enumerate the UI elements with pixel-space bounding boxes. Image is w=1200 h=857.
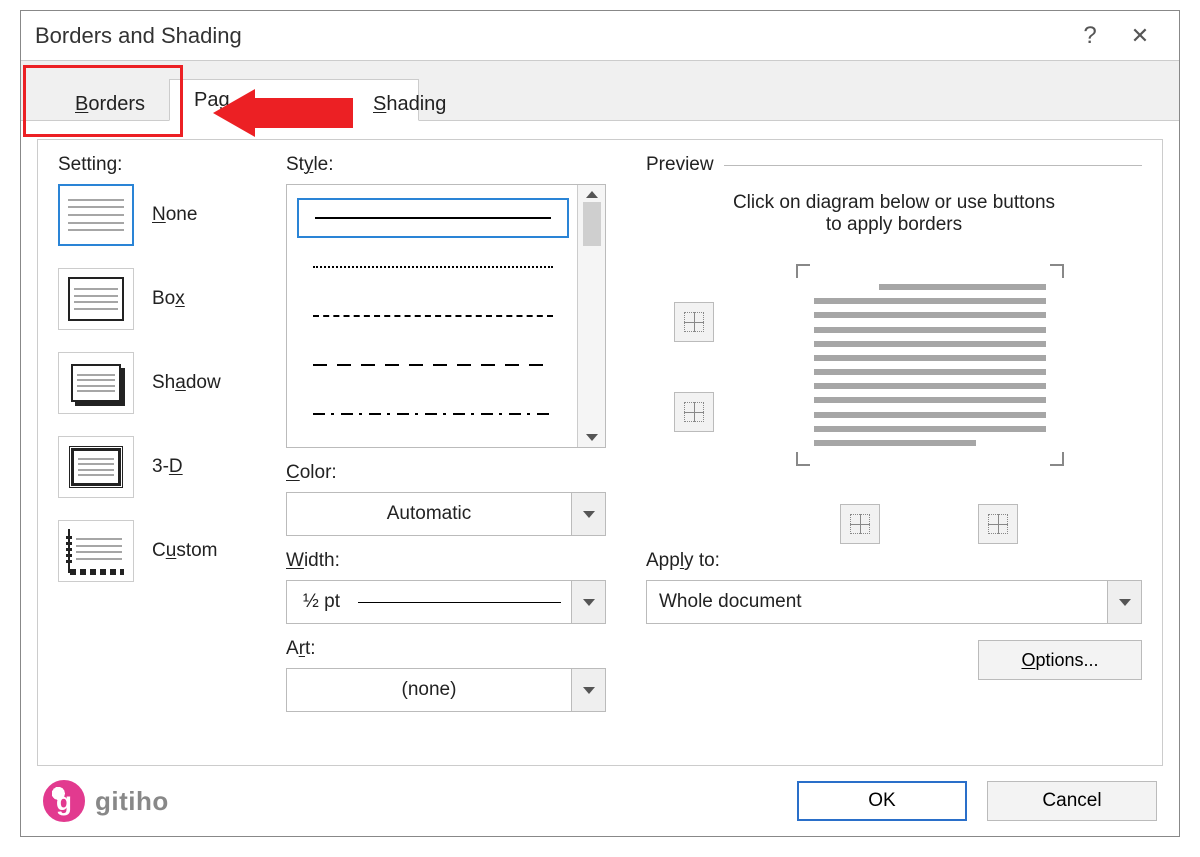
style-option-dotted[interactable] — [297, 247, 569, 287]
border-bottom-button[interactable] — [674, 392, 714, 432]
grid-icon — [684, 402, 704, 422]
color-value: Automatic — [287, 503, 571, 525]
setting-box-swatch — [58, 268, 134, 330]
cancel-button[interactable]: Cancel — [987, 781, 1157, 821]
chevron-down-icon — [583, 687, 595, 694]
apply-to-dropdown[interactable]: Whole document — [646, 580, 1142, 624]
apply-to-dropdown-button[interactable] — [1107, 581, 1141, 623]
art-dropdown[interactable]: (none) — [286, 668, 606, 712]
tab-borders[interactable]: Borders — [49, 83, 171, 125]
preview-hint-line1: Click on diagram below or use buttons — [646, 192, 1142, 214]
border-top-button[interactable] — [674, 302, 714, 342]
preview-hint-line2: to apply borders — [646, 214, 1142, 236]
setting-shadow-swatch — [58, 352, 134, 414]
setting-none[interactable]: None — [58, 184, 286, 246]
chevron-down-icon — [1119, 599, 1131, 606]
apply-to-value: Whole document — [647, 591, 1107, 613]
grid-icon — [850, 514, 870, 534]
preview-column: Preview Click on diagram below or use bu… — [630, 154, 1142, 745]
scroll-up-icon — [586, 191, 598, 198]
options-button[interactable]: Options... — [978, 640, 1142, 680]
chevron-down-icon — [583, 511, 595, 518]
apply-to-label: Apply to: — [646, 550, 1142, 572]
setting-custom-label: Custom — [152, 540, 218, 562]
preview-body — [646, 256, 1142, 546]
scroll-thumb[interactable] — [583, 202, 601, 246]
style-scrollbar[interactable] — [577, 185, 605, 447]
footer-buttons: OK Cancel — [797, 781, 1157, 821]
preview-divider — [724, 165, 1142, 166]
style-column: Style: Color: Au — [286, 154, 630, 745]
tab-strip: Borders Pag Shading — [21, 61, 1179, 121]
style-options — [297, 193, 569, 439]
corner-tl-icon — [796, 264, 810, 278]
tab-label: Shading — [373, 93, 446, 116]
style-option-dashed-long[interactable] — [297, 345, 569, 385]
tab-label: Borders — [75, 93, 145, 116]
setting-custom-swatch — [58, 520, 134, 582]
setting-label: Setting: — [58, 154, 286, 176]
width-sample-line — [358, 602, 561, 603]
style-label: Style: — [286, 154, 606, 176]
art-group: Art: (none) — [286, 638, 606, 712]
corner-bl-icon — [796, 452, 810, 466]
annotation-arrow — [213, 89, 353, 137]
width-label: Width: — [286, 550, 606, 572]
preview-lines — [814, 284, 1046, 446]
setting-3d-swatch — [58, 436, 134, 498]
preview-page[interactable] — [796, 264, 1064, 466]
apply-to-group: Apply to: Whole document Options... — [646, 550, 1142, 680]
setting-custom[interactable]: Custom — [58, 520, 286, 582]
art-value: (none) — [287, 679, 571, 701]
grid-icon — [988, 514, 1008, 534]
dialog-content: Setting: None Box Shadow — [37, 139, 1163, 766]
preview-hint: Click on diagram below or use buttons to… — [646, 192, 1142, 236]
setting-none-swatch — [58, 184, 134, 246]
width-value-row: ½ pt — [287, 591, 571, 613]
style-list[interactable] — [286, 184, 606, 448]
color-dropdown[interactable]: Automatic — [286, 492, 606, 536]
grid-icon — [684, 312, 704, 332]
color-label: Color: — [286, 462, 606, 484]
help-button[interactable]: ? — [1065, 22, 1115, 50]
color-group: Color: Automatic — [286, 462, 606, 536]
setting-column: Setting: None Box Shadow — [58, 154, 286, 745]
preview-label: Preview — [646, 154, 714, 176]
branding-text: gitiho — [95, 786, 169, 817]
tab-shading[interactable]: Shading — [347, 83, 472, 125]
border-right-button[interactable] — [978, 504, 1018, 544]
preview-header: Preview — [646, 154, 1142, 176]
corner-tr-icon — [1050, 264, 1064, 278]
setting-box[interactable]: Box — [58, 268, 286, 330]
width-value: ½ pt — [303, 591, 340, 613]
setting-3d-label: 3-D — [152, 456, 183, 478]
setting-shadow[interactable]: Shadow — [58, 352, 286, 414]
title-bar: Borders and Shading ? ✕ — [21, 11, 1179, 61]
borders-shading-dialog: Borders and Shading ? ✕ Borders Pag Shad… — [20, 10, 1180, 837]
setting-none-label: None — [152, 204, 197, 226]
branding-glyph: g — [43, 780, 85, 822]
corner-br-icon — [1050, 452, 1064, 466]
art-label: Art: — [286, 638, 606, 660]
ok-button[interactable]: OK — [797, 781, 967, 821]
style-option-dashed-short[interactable] — [297, 296, 569, 336]
branding-logo: g gitiho — [43, 780, 169, 822]
style-option-solid[interactable] — [297, 198, 569, 238]
border-left-button[interactable] — [840, 504, 880, 544]
width-dropdown[interactable]: ½ pt — [286, 580, 606, 624]
color-dropdown-button[interactable] — [571, 493, 605, 535]
scroll-down-icon — [586, 434, 598, 441]
dialog-title: Borders and Shading — [35, 23, 1065, 49]
art-dropdown-button[interactable] — [571, 669, 605, 711]
close-button[interactable]: ✕ — [1115, 23, 1165, 49]
style-option-dash-dot[interactable] — [297, 394, 569, 434]
setting-box-label: Box — [152, 288, 185, 310]
width-dropdown-button[interactable] — [571, 581, 605, 623]
chevron-down-icon — [583, 599, 595, 606]
setting-shadow-label: Shadow — [152, 372, 221, 394]
setting-3d[interactable]: 3-D — [58, 436, 286, 498]
width-group: Width: ½ pt — [286, 550, 606, 624]
dialog-footer: g gitiho OK Cancel — [21, 766, 1179, 836]
